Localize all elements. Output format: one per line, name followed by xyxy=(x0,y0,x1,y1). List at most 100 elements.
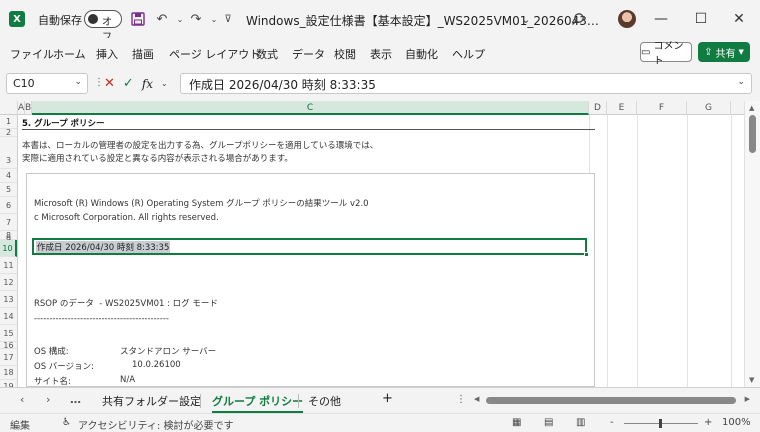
horizontal-scrollbar[interactable]: ◀ ▶ xyxy=(474,395,750,406)
column-header-f[interactable]: F xyxy=(637,101,687,115)
save-icon[interactable] xyxy=(128,9,148,29)
row-header[interactable]: 3 xyxy=(0,137,17,169)
menu-help[interactable]: ヘルプ xyxy=(452,46,485,62)
menu-file[interactable]: ファイル xyxy=(10,46,54,62)
search-icon[interactable] xyxy=(568,9,588,29)
scroll-thumb[interactable] xyxy=(749,115,756,153)
customize-toolbar-icon[interactable]: ⊽ xyxy=(218,9,238,29)
row-header[interactable]: 6 xyxy=(0,197,17,214)
column-header-c[interactable]: C xyxy=(32,101,589,115)
column-header-d[interactable]: D xyxy=(589,101,607,115)
accessibility-icon[interactable]: ♿ xyxy=(62,417,71,428)
title-dropdown-icon[interactable]: ⌄ xyxy=(516,9,536,29)
close-icon[interactable]: ✕ xyxy=(726,8,752,30)
comment-button[interactable]: ▭ コメント xyxy=(640,41,692,67)
tab-divider xyxy=(200,394,201,408)
add-sheet-button[interactable]: + xyxy=(382,391,393,406)
tab-group-policy[interactable]: グループ ポリシー xyxy=(212,393,304,413)
menu-formulas[interactable]: 数式 xyxy=(256,46,278,62)
menu-draw[interactable]: 描画 xyxy=(132,46,154,62)
maximize-icon[interactable]: ☐ xyxy=(688,8,714,30)
gridline xyxy=(607,115,608,387)
formula-controls: ✕ ✓ fx ⌄ xyxy=(104,73,174,94)
column-header-a[interactable]: A xyxy=(18,101,25,115)
column-headers: A B C D E F G xyxy=(0,101,744,115)
expand-formula-icon[interactable]: ⌄ xyxy=(737,77,745,87)
undo-icon[interactable]: ↶ xyxy=(152,9,172,29)
page-break-view-icon[interactable]: ▥ xyxy=(576,417,585,428)
page-layout-view-icon[interactable]: ▤ xyxy=(544,417,553,428)
chevron-down-icon[interactable]: ⌄ xyxy=(161,79,168,88)
column-header-e[interactable]: E xyxy=(607,101,637,115)
scroll-down-icon[interactable]: ▼ xyxy=(749,376,754,384)
menu-page-layout[interactable]: ページ レイアウト xyxy=(169,46,260,62)
row-header[interactable]: 18 xyxy=(0,366,17,380)
more-icon[interactable]: ⋮ xyxy=(94,77,104,88)
row-header-selected[interactable]: 10 xyxy=(0,240,17,257)
scroll-up-icon[interactable]: ▲ xyxy=(749,104,754,112)
accessibility-status[interactable]: アクセシビリティ: 検討が必要です xyxy=(78,417,233,432)
row-header[interactable]: 15 xyxy=(0,325,17,342)
tab-other[interactable]: その他 xyxy=(308,393,341,409)
autosave-toggle[interactable]: オフ xyxy=(84,10,122,43)
row-header[interactable]: 1 xyxy=(0,115,17,129)
excel-logo-icon[interactable]: X xyxy=(9,11,25,27)
os-version-label: OS バージョン: xyxy=(34,362,94,372)
row-header[interactable]: 14 xyxy=(0,308,17,325)
minimize-icon[interactable]: — xyxy=(648,8,674,30)
row-header[interactable]: 12 xyxy=(0,274,17,291)
menu-view[interactable]: 表示 xyxy=(370,46,392,62)
insert-function-icon[interactable]: fx xyxy=(142,77,153,91)
ms-tool-line-1: Microsoft (R) Windows (R) Operating Syst… xyxy=(34,199,369,209)
cancel-icon[interactable]: ✕ xyxy=(104,76,115,91)
row-header[interactable]: 4 xyxy=(0,169,17,183)
select-all-corner[interactable] xyxy=(0,101,18,115)
gridline xyxy=(731,115,732,387)
rsop-title: RSOP のデータ - WS2025VM01 : ログ モード xyxy=(34,299,218,309)
enter-icon[interactable]: ✓ xyxy=(123,76,134,91)
tab-split-handle-icon[interactable]: ⋮ xyxy=(456,394,466,405)
column-header-g[interactable]: G xyxy=(687,101,731,115)
fill-handle[interactable] xyxy=(584,252,589,257)
chevron-down-icon[interactable]: ⌄ xyxy=(74,77,82,87)
tab-shared-folder-settings[interactable]: 共有フォルダー設定 xyxy=(102,393,201,409)
title-bar: X 自動保存 オフ ↶ ⌄ ↷ ⌄ ⊽ Windows_設定仕様書【基本設定】_… xyxy=(0,0,760,43)
zoom-slider-knob[interactable] xyxy=(659,419,662,428)
menu-automate[interactable]: 自動化 xyxy=(405,46,438,62)
row-header[interactable]: 16 xyxy=(0,342,17,350)
zoom-slider[interactable] xyxy=(624,419,698,428)
formula-input[interactable]: 作成日 2026/04/30 時刻 8:33:35 ⌄ xyxy=(180,73,752,94)
document-title[interactable]: Windows_設定仕様書【基本設定】_WS2025VM01_2026043… xyxy=(246,12,599,29)
worksheet-grid[interactable]: 5. グループ ポリシー 本書は、ローカルの管理者の設定を出力する為、グループポ… xyxy=(18,115,744,387)
row-header[interactable]: 13 xyxy=(0,291,17,308)
os-config-label: OS 構成: xyxy=(34,347,69,357)
row-header[interactable]: 17 xyxy=(0,349,17,366)
zoom-in-button[interactable]: + xyxy=(704,417,712,428)
section-heading: 5. グループ ポリシー xyxy=(22,119,105,129)
status-mode: 編集 xyxy=(10,421,30,432)
row-header[interactable]: 11 xyxy=(0,257,17,274)
zoom-level[interactable]: 100% xyxy=(722,417,751,428)
row-header[interactable]: 5 xyxy=(0,183,17,197)
row-header[interactable]: 7 xyxy=(0,214,17,231)
normal-view-icon[interactable]: ▦ xyxy=(512,417,521,428)
row-header[interactable]: 2 xyxy=(0,129,17,137)
redo-icon[interactable]: ↷ xyxy=(186,9,206,29)
scroll-left-icon[interactable]: ◀ xyxy=(474,395,479,403)
scroll-thumb[interactable] xyxy=(486,397,736,404)
column-header-b[interactable]: B xyxy=(25,101,32,115)
vertical-scrollbar[interactable]: ▲ ▼ xyxy=(744,101,760,387)
share-button[interactable]: ⇪ 共有 ▼ xyxy=(698,42,750,62)
row-headers: 1 2 3 4 5 6 7 8 9 10 11 12 13 14 15 16 1… xyxy=(0,115,18,394)
tab-next-icon[interactable]: › xyxy=(46,393,50,406)
name-box[interactable]: C10 ⌄ xyxy=(6,73,88,94)
more-sheets-icon[interactable]: … xyxy=(70,393,81,406)
menu-data[interactable]: データ xyxy=(292,46,325,62)
scroll-right-icon[interactable]: ▶ xyxy=(745,395,750,403)
tab-prev-icon[interactable]: ‹ xyxy=(20,393,24,406)
menu-home[interactable]: ホーム xyxy=(53,46,86,62)
avatar[interactable] xyxy=(618,10,636,28)
zoom-out-button[interactable]: - xyxy=(610,417,614,428)
menu-review[interactable]: 校閲 xyxy=(334,46,356,62)
menu-insert[interactable]: 挿入 xyxy=(96,46,118,62)
